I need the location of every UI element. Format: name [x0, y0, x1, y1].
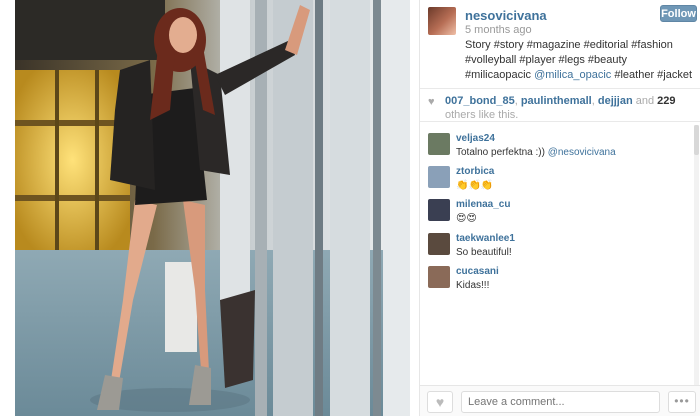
post-sidebar: nesovicivana 5 months ago Follow Story #… — [419, 0, 700, 416]
heart-icon: ♥ — [435, 394, 445, 410]
likes-and: and — [632, 95, 658, 107]
photo-area — [0, 0, 419, 416]
comment-footer: ♥ ••• — [420, 385, 700, 416]
list-item: ztorbica 👏👏👏 — [420, 162, 700, 194]
comment-mention[interactable]: @nesovicivana — [548, 147, 616, 158]
post-header: nesovicivana 5 months ago Follow Story #… — [420, 0, 700, 88]
comment-text: Totalno perfektna :)) @nesovicivana — [456, 147, 616, 158]
comment-avatar[interactable] — [428, 166, 450, 188]
comment-avatar[interactable] — [428, 266, 450, 288]
comment-text: So beautiful! — [456, 247, 512, 258]
post-caption: Story #story #magazine #editorial #fashi… — [465, 38, 695, 83]
liker-2[interactable]: paulinthemall — [521, 95, 592, 107]
comment-avatar[interactable] — [428, 233, 450, 255]
likes-suffix: others like this. — [445, 109, 519, 121]
comment-body: Totalno perfektna :)) — [456, 147, 548, 158]
post-photo[interactable] — [15, 0, 410, 416]
follow-button[interactable]: Follow — [660, 5, 697, 22]
likes-count[interactable]: 229 — [657, 95, 675, 107]
comment-username[interactable]: taekwanlee1 — [456, 233, 515, 244]
like-button[interactable]: ♥ — [427, 391, 453, 413]
caption-mention[interactable]: @milica_opacic — [534, 69, 611, 81]
list-item: cucasani Kidas!!! — [420, 262, 700, 294]
comment-username[interactable]: veljas24 — [456, 133, 495, 144]
comments-list: veljas24 Totalno perfektna :)) @nesovici… — [420, 127, 700, 377]
heart-icon: ♥ — [428, 96, 435, 108]
comment-text: 😍😍 — [456, 213, 477, 224]
list-item: milenaa_cu 😍😍 — [420, 195, 700, 227]
comment-text: 👏👏👏 — [456, 180, 494, 191]
comment-input[interactable] — [461, 391, 660, 413]
liker-3[interactable]: dejjjan — [598, 95, 633, 107]
author-avatar[interactable] — [428, 7, 456, 35]
comment-username[interactable]: ztorbica — [456, 166, 494, 177]
likes-summary: ♥ 007_bond_85, paulinthemall, dejjjan an… — [420, 88, 700, 122]
scrollbar-thumb[interactable] — [694, 125, 699, 155]
comment-username[interactable]: milenaa_cu — [456, 199, 510, 210]
comment-avatar[interactable] — [428, 199, 450, 221]
author-username[interactable]: nesovicivana — [465, 8, 547, 23]
caption-tail: #leather #jacket — [611, 69, 693, 81]
post-time[interactable]: 5 months ago — [465, 24, 532, 36]
comment-text: Kidas!!! — [456, 280, 490, 291]
list-item: veljas24 Totalno perfektna :)) @nesovici… — [420, 129, 700, 161]
more-options-button[interactable]: ••• — [668, 391, 696, 413]
list-item: taekwanlee1 So beautiful! — [420, 229, 700, 261]
comment-username[interactable]: cucasani — [456, 266, 499, 277]
comments-scrollbar[interactable] — [694, 125, 699, 387]
comment-avatar[interactable] — [428, 133, 450, 155]
liker-1[interactable]: 007_bond_85 — [445, 95, 515, 107]
likes-text: 007_bond_85, paulinthemall, dejjjan and … — [445, 94, 693, 122]
